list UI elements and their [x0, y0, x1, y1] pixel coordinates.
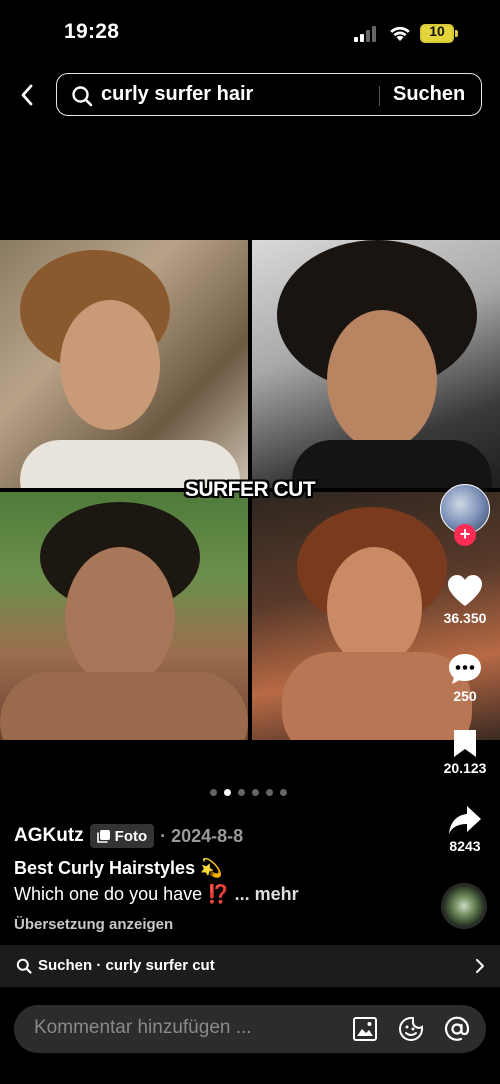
battery-level: 10: [429, 23, 445, 39]
author-name[interactable]: AGKutz: [14, 825, 84, 847]
photo-curly-man-2: [252, 240, 500, 488]
status-time: 19:28: [64, 20, 120, 43]
like-button[interactable]: 36.350: [430, 574, 500, 626]
comment-button[interactable]: 250: [430, 652, 500, 704]
wifi-icon: [390, 26, 410, 41]
search-submit-button[interactable]: Suchen: [393, 83, 465, 106]
carousel-dot[interactable]: [280, 789, 287, 796]
photo-face-shape: [65, 547, 175, 687]
author-row: AGKutz Foto · 2024-8-8: [14, 823, 243, 849]
photo-badge-label: Foto: [114, 827, 148, 845]
battery-indicator: 10: [420, 24, 458, 43]
cellular-signal-icon: [354, 26, 376, 42]
carousel-dot[interactable]: [266, 789, 273, 796]
photo-curly-man-3: [0, 492, 248, 740]
like-count: 36.350: [443, 610, 487, 626]
more-link[interactable]: ... mehr: [235, 884, 299, 904]
search-query[interactable]: curly surfer hair: [101, 83, 253, 106]
carousel-dot[interactable]: [238, 789, 245, 796]
heart-icon: [448, 575, 482, 606]
comment-bar: [14, 1005, 486, 1053]
music-disc[interactable]: [441, 883, 487, 929]
search-icon: [72, 86, 93, 107]
chevron-left-icon: [21, 84, 33, 106]
related-search-bar[interactable]: Suchen · curly surfer cut: [0, 945, 500, 987]
chevron-right-icon: [476, 959, 484, 973]
photo-shoulders-shape: [0, 672, 248, 740]
photo-type-badge: Foto: [89, 824, 155, 848]
photo-stack-icon: [96, 830, 110, 843]
photo-curly-man-1: [0, 240, 248, 488]
battery-cap: [455, 30, 458, 37]
at-sign-icon[interactable]: [444, 1016, 470, 1042]
comment-count: 250: [453, 688, 477, 704]
save-count: 20.123: [443, 760, 487, 776]
related-search-label: Suchen · curly surfer cut: [38, 957, 215, 974]
search-icon: [16, 958, 32, 974]
share-arrow-icon: [449, 806, 481, 834]
search-box[interactable]: curly surfer hair Suchen: [56, 73, 482, 116]
carousel-dot[interactable]: [252, 789, 259, 796]
photo-face-shape: [327, 547, 422, 667]
comment-bubble-icon: [449, 654, 481, 684]
emoji-icon[interactable]: [398, 1016, 424, 1042]
post-date: · 2024-8-8: [160, 825, 244, 846]
share-count: 8243: [449, 838, 481, 854]
image-icon[interactable]: [352, 1016, 378, 1042]
translate-link[interactable]: Übersetzung anzeigen: [14, 916, 173, 933]
comment-input[interactable]: [34, 1017, 334, 1039]
share-button[interactable]: 8243: [430, 804, 500, 854]
status-bar: 19:28 10: [0, 0, 500, 64]
carousel-dot[interactable]: [210, 789, 217, 796]
save-button[interactable]: 20.123: [430, 728, 500, 776]
follow-button[interactable]: +: [454, 524, 476, 546]
photo-carousel[interactable]: SURFER CUT: [0, 240, 500, 740]
post-body: Which one do you have ⁉️ ... mehr: [14, 884, 299, 905]
photo-face-shape: [60, 300, 160, 430]
carousel-dots[interactable]: [210, 789, 287, 796]
post-title: Best Curly Hairstyles 💫: [14, 858, 223, 878]
carousel-dot-active[interactable]: [224, 789, 231, 796]
back-button[interactable]: [12, 80, 42, 110]
photo-caption-overlay: SURFER CUT: [184, 478, 316, 501]
search-divider: [379, 86, 380, 106]
bookmark-icon: [454, 730, 476, 757]
photo-face-shape: [327, 310, 437, 450]
post-body-text: Which one do you have ⁉️: [14, 884, 230, 904]
